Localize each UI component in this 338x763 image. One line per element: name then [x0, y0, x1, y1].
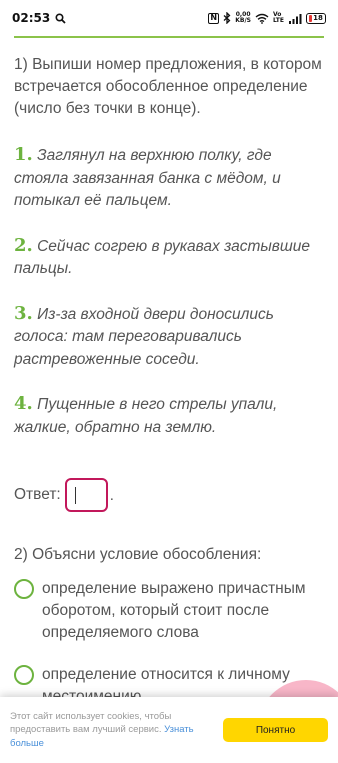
- sentence-text: Пущенные в него стрелы упали, жалкие, об…: [14, 396, 278, 436]
- question1-prompt: 1) Выпиши номер предложения, в котором в…: [14, 56, 322, 117]
- cookie-banner: Этот сайт использует cookies, чтобы пред…: [0, 697, 338, 763]
- search-icon: [55, 12, 66, 24]
- sentence-option-2: 2. Сейчас согрею в рукавах застывшие пал…: [14, 235, 326, 281]
- sentence-number: 2.: [14, 234, 33, 256]
- cookie-accept-button[interactable]: Понятно: [223, 718, 328, 742]
- network-speed: 0,00 KB/S: [235, 12, 251, 24]
- wifi-icon: [255, 13, 269, 24]
- sentence-option-3: 3. Из-за входной двери доносились голоса…: [14, 303, 326, 372]
- bluetooth-icon: [223, 12, 231, 24]
- volte-icon: Vo LTE: [272, 11, 284, 24]
- cookie-message: Этот сайт использует cookies, чтобы пред…: [10, 710, 172, 736]
- status-time: 02:53: [12, 11, 51, 25]
- sentence-number: 1.: [14, 144, 33, 165]
- sentence-option-4: 4. Пущенные в него стрелы упали, жалкие,…: [14, 393, 326, 439]
- radio-label[interactable]: определение выражено причастным оборотом…: [42, 578, 324, 644]
- radio-button[interactable]: [14, 579, 34, 599]
- sentence-number: 4.: [14, 393, 33, 414]
- top-divider: [14, 36, 324, 38]
- answer-input[interactable]: [64, 478, 108, 512]
- answer-suffix: .: [109, 486, 114, 504]
- status-bar: 02:53 N 0,00 KB/S Vo LTE 18: [0, 0, 338, 36]
- network-speed-unit: KB/S: [235, 17, 251, 24]
- sentence-option-1: 1. Заглянул на верхнюю полку, где стояла…: [14, 144, 326, 213]
- sentence-text: Заглянул на верхнюю полку, где стояла за…: [14, 147, 281, 209]
- radio-button[interactable]: [14, 665, 34, 685]
- battery-level: 18: [313, 14, 323, 22]
- signal-icon: [288, 13, 302, 24]
- sentence-text: Сейчас согрею в рукавах застывшие пальцы…: [14, 237, 310, 278]
- answer-label: Ответ:: [14, 486, 61, 503]
- question2-prompt: 2) Объясни условие обособления:: [14, 546, 262, 563]
- cookie-text: Этот сайт использует cookies, чтобы пред…: [10, 710, 210, 751]
- answer-row: Ответ: .: [14, 478, 114, 512]
- battery-icon: 18: [306, 12, 326, 24]
- sentence-number: 3.: [14, 302, 33, 324]
- sentence-text: Из-за входной двери доносились голоса: т…: [14, 305, 274, 368]
- radio-option-1[interactable]: определение выражено причастным оборотом…: [14, 578, 324, 644]
- nfc-icon: N: [208, 12, 220, 24]
- question1: 1) Выпиши номер предложения, в котором в…: [14, 54, 326, 439]
